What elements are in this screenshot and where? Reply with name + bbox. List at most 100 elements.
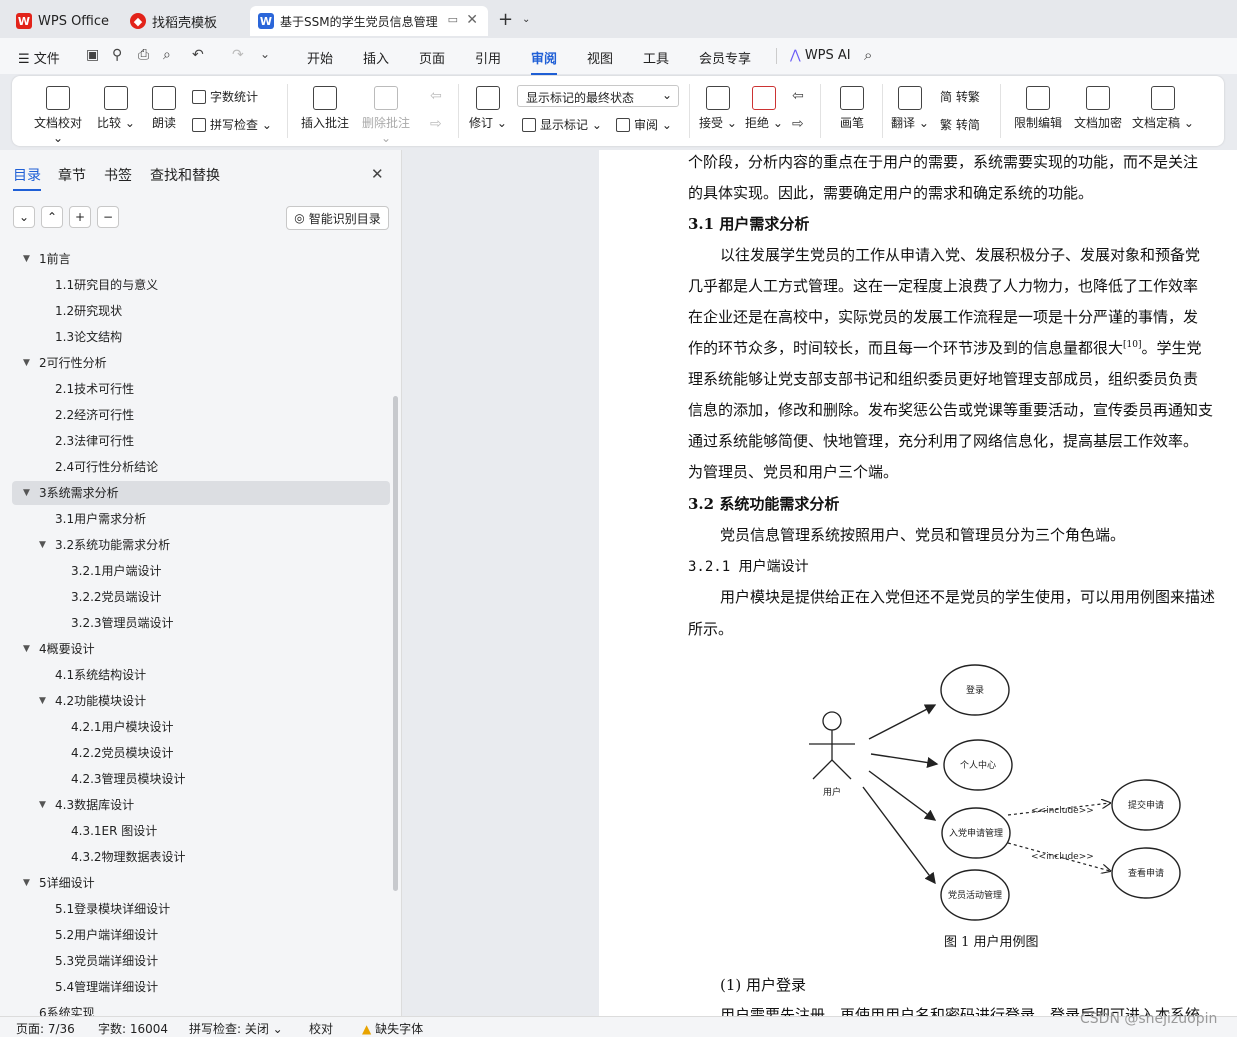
finalize-button[interactable]: 文档定稿 ⌄ bbox=[1130, 86, 1196, 131]
expand-caret-icon[interactable]: ▼ bbox=[23, 638, 30, 660]
toc-item[interactable]: 5.1登录模块详细设计 bbox=[55, 898, 170, 920]
tab-toc[interactable]: 目录 bbox=[13, 165, 41, 191]
toc-item[interactable]: 1.2研究现状 bbox=[55, 300, 122, 322]
toc-item[interactable]: 3.1用户需求分析 bbox=[55, 508, 146, 530]
tab-find-replace[interactable]: 查找和替换 bbox=[150, 165, 220, 185]
toc-item[interactable]: 4.2.1用户模块设计 bbox=[71, 716, 174, 738]
search-icon[interactable]: ⌕ bbox=[864, 46, 872, 64]
expand-caret-icon[interactable]: ▼ bbox=[39, 534, 46, 556]
toc-item[interactable]: 2.1技术可行性 bbox=[55, 378, 134, 400]
word-count-indicator[interactable]: 字数: 16004 bbox=[98, 1020, 168, 1037]
close-tab-icon[interactable]: ✕ bbox=[466, 12, 478, 28]
prev-comment-icon[interactable]: ⇦ bbox=[430, 88, 442, 104]
tab-document[interactable]: W 基于SSM的学生党员信息管理 ▭ ✕ bbox=[250, 6, 488, 36]
menu-member[interactable]: 会员专享 bbox=[699, 48, 751, 67]
expand-caret-icon[interactable]: ▼ bbox=[23, 872, 30, 894]
proofread-status[interactable]: 校对 bbox=[309, 1020, 333, 1037]
toc-item[interactable]: 4.2.3管理员模块设计 bbox=[71, 768, 186, 790]
share-icon[interactable]: ⚲ bbox=[112, 47, 122, 63]
markup-state-select[interactable]: 显示标记的最终状态 ⌄ bbox=[517, 85, 679, 107]
save-icon[interactable]: ▣ bbox=[86, 47, 99, 63]
menu-insert[interactable]: 插入 bbox=[363, 48, 389, 67]
toc-item[interactable]: ▼ 4.3数据库设计 bbox=[39, 794, 134, 816]
more-dropdown-icon[interactable]: ⌄ bbox=[260, 47, 270, 61]
page-indicator[interactable]: 页面: 7/36 bbox=[16, 1020, 75, 1037]
toc-item[interactable]: 5.2用户端详细设计 bbox=[55, 924, 158, 946]
insert-comment-button[interactable]: 插入批注 bbox=[298, 86, 352, 131]
tab-wps-office[interactable]: W WPS Office bbox=[8, 6, 116, 36]
toc-item[interactable]: 5.4管理端详细设计 bbox=[55, 976, 158, 998]
file-menu[interactable]: ☰ 文件 bbox=[18, 48, 60, 67]
expand-caret-icon[interactable]: ▼ bbox=[23, 248, 30, 270]
toc-item[interactable]: ▼ 1前言 bbox=[23, 248, 71, 270]
spell-check-status[interactable]: 拼写检查: 关闭 ⌄ bbox=[189, 1020, 283, 1037]
tab-sections[interactable]: 章节 bbox=[58, 165, 86, 185]
toc-item[interactable]: 4.1系统结构设计 bbox=[55, 664, 146, 686]
prev-change-icon[interactable]: ⇦ bbox=[792, 88, 804, 104]
reject-button[interactable]: 拒绝 ⌄ bbox=[744, 86, 784, 131]
remove-heading-button[interactable]: − bbox=[97, 206, 119, 228]
delete-comment-button[interactable]: 删除批注 ⌄ bbox=[358, 86, 414, 145]
toc-scrollbar[interactable] bbox=[393, 396, 398, 891]
toc-item[interactable]: 4.3.2物理数据表设计 bbox=[71, 846, 186, 868]
toc-item[interactable]: 4.2.2党员模块设计 bbox=[71, 742, 174, 764]
menu-home[interactable]: 开始 bbox=[307, 48, 333, 67]
undo-icon[interactable]: ↶ bbox=[192, 47, 204, 63]
toc-item[interactable]: 4.3.1ER 图设计 bbox=[71, 820, 157, 842]
toc-item[interactable]: ▼ 4概要设计 bbox=[23, 638, 95, 660]
print-preview-icon[interactable]: ⌕ bbox=[163, 47, 171, 63]
menu-tools[interactable]: 工具 bbox=[643, 48, 669, 67]
compare-button[interactable]: 比较 ⌄ bbox=[96, 86, 136, 131]
to-simplified-button[interactable]: 繁 转简 bbox=[940, 116, 980, 133]
wps-ai-menu[interactable]: ⋀ WPS AI bbox=[790, 48, 851, 63]
tab-daoke-templates[interactable]: ◆ 找稻壳模板 bbox=[122, 6, 244, 36]
review-pane-button[interactable]: 审阅 ⌄ bbox=[616, 116, 672, 133]
redo-icon[interactable]: ↷ bbox=[232, 47, 244, 63]
new-tab-plus-icon[interactable]: + bbox=[498, 9, 513, 30]
chevron-down-icon[interactable]: ⌄ bbox=[522, 14, 530, 25]
expand-caret-icon[interactable]: ▼ bbox=[23, 352, 30, 374]
menu-page[interactable]: 页面 bbox=[419, 48, 445, 67]
expand-caret-icon[interactable]: ▼ bbox=[39, 794, 46, 816]
toc-item[interactable]: 2.3法律可行性 bbox=[55, 430, 134, 452]
encrypt-button[interactable]: 文档加密 bbox=[1070, 86, 1126, 131]
toc-item[interactable]: 2.2经济可行性 bbox=[55, 404, 134, 426]
read-aloud-button[interactable]: 朗读 bbox=[146, 86, 182, 131]
word-count-button[interactable]: 字数统计 bbox=[192, 88, 258, 105]
collapse-all-button[interactable]: ⌄ bbox=[13, 206, 35, 228]
track-changes-button[interactable]: 修订 ⌄ bbox=[468, 86, 508, 131]
smart-toc-button[interactable]: ◎ 智能识别目录 bbox=[286, 206, 389, 230]
toc-item[interactable]: 3.2.1用户端设计 bbox=[71, 560, 162, 582]
doc-check-button[interactable]: 文档校对 ⌄ bbox=[30, 86, 86, 145]
toc-item[interactable]: 3.2.3管理员端设计 bbox=[71, 612, 174, 634]
tab-bookmarks[interactable]: 书签 bbox=[104, 165, 132, 185]
toc-item[interactable]: ▼ 5详细设计 bbox=[23, 872, 95, 894]
toc-item[interactable]: 1.3论文结构 bbox=[55, 326, 122, 348]
accept-button[interactable]: 接受 ⌄ bbox=[698, 86, 738, 131]
to-traditional-button[interactable]: 简 转繁 bbox=[940, 88, 980, 105]
expand-caret-icon[interactable]: ▼ bbox=[39, 690, 46, 712]
toc-item[interactable]: ▼ 2可行性分析 bbox=[23, 352, 107, 374]
pen-button[interactable]: 画笔 bbox=[832, 86, 872, 131]
next-comment-icon[interactable]: ⇨ bbox=[430, 116, 442, 132]
expand-up-button[interactable]: ⌃ bbox=[41, 206, 63, 228]
menu-view[interactable]: 视图 bbox=[587, 48, 613, 67]
toc-item[interactable]: 1.1研究目的与意义 bbox=[55, 274, 158, 296]
restrict-edit-button[interactable]: 限制编辑 bbox=[1010, 86, 1066, 131]
print-icon[interactable]: ⎙ bbox=[138, 47, 149, 63]
toc-item[interactable]: ▼ 4.2功能模块设计 bbox=[39, 690, 146, 712]
add-heading-button[interactable]: + bbox=[69, 206, 91, 228]
missing-font-status[interactable]: ▲ 缺失字体 bbox=[362, 1020, 423, 1037]
toc-item[interactable]: ▼ 3.2系统功能需求分析 bbox=[39, 534, 170, 556]
toc-item[interactable]: 3.2.2党员端设计 bbox=[71, 586, 162, 608]
expand-caret-icon[interactable]: ▼ bbox=[23, 482, 30, 504]
menu-review[interactable]: 审阅 bbox=[531, 48, 558, 75]
toc-item[interactable]: 2.4可行性分析结论 bbox=[55, 456, 158, 478]
next-change-icon[interactable]: ⇨ bbox=[792, 116, 804, 132]
toc-item[interactable]: 5.3党员端详细设计 bbox=[55, 950, 158, 972]
show-markup-button[interactable]: 显示标记 ⌄ bbox=[522, 116, 602, 133]
toc-item[interactable]: ▼ 3系统需求分析 bbox=[23, 482, 119, 504]
close-pane-icon[interactable]: ✕ bbox=[371, 165, 384, 183]
menu-references[interactable]: 引用 bbox=[475, 48, 501, 67]
spell-check-button[interactable]: 拼写检查 ⌄ bbox=[192, 116, 272, 133]
